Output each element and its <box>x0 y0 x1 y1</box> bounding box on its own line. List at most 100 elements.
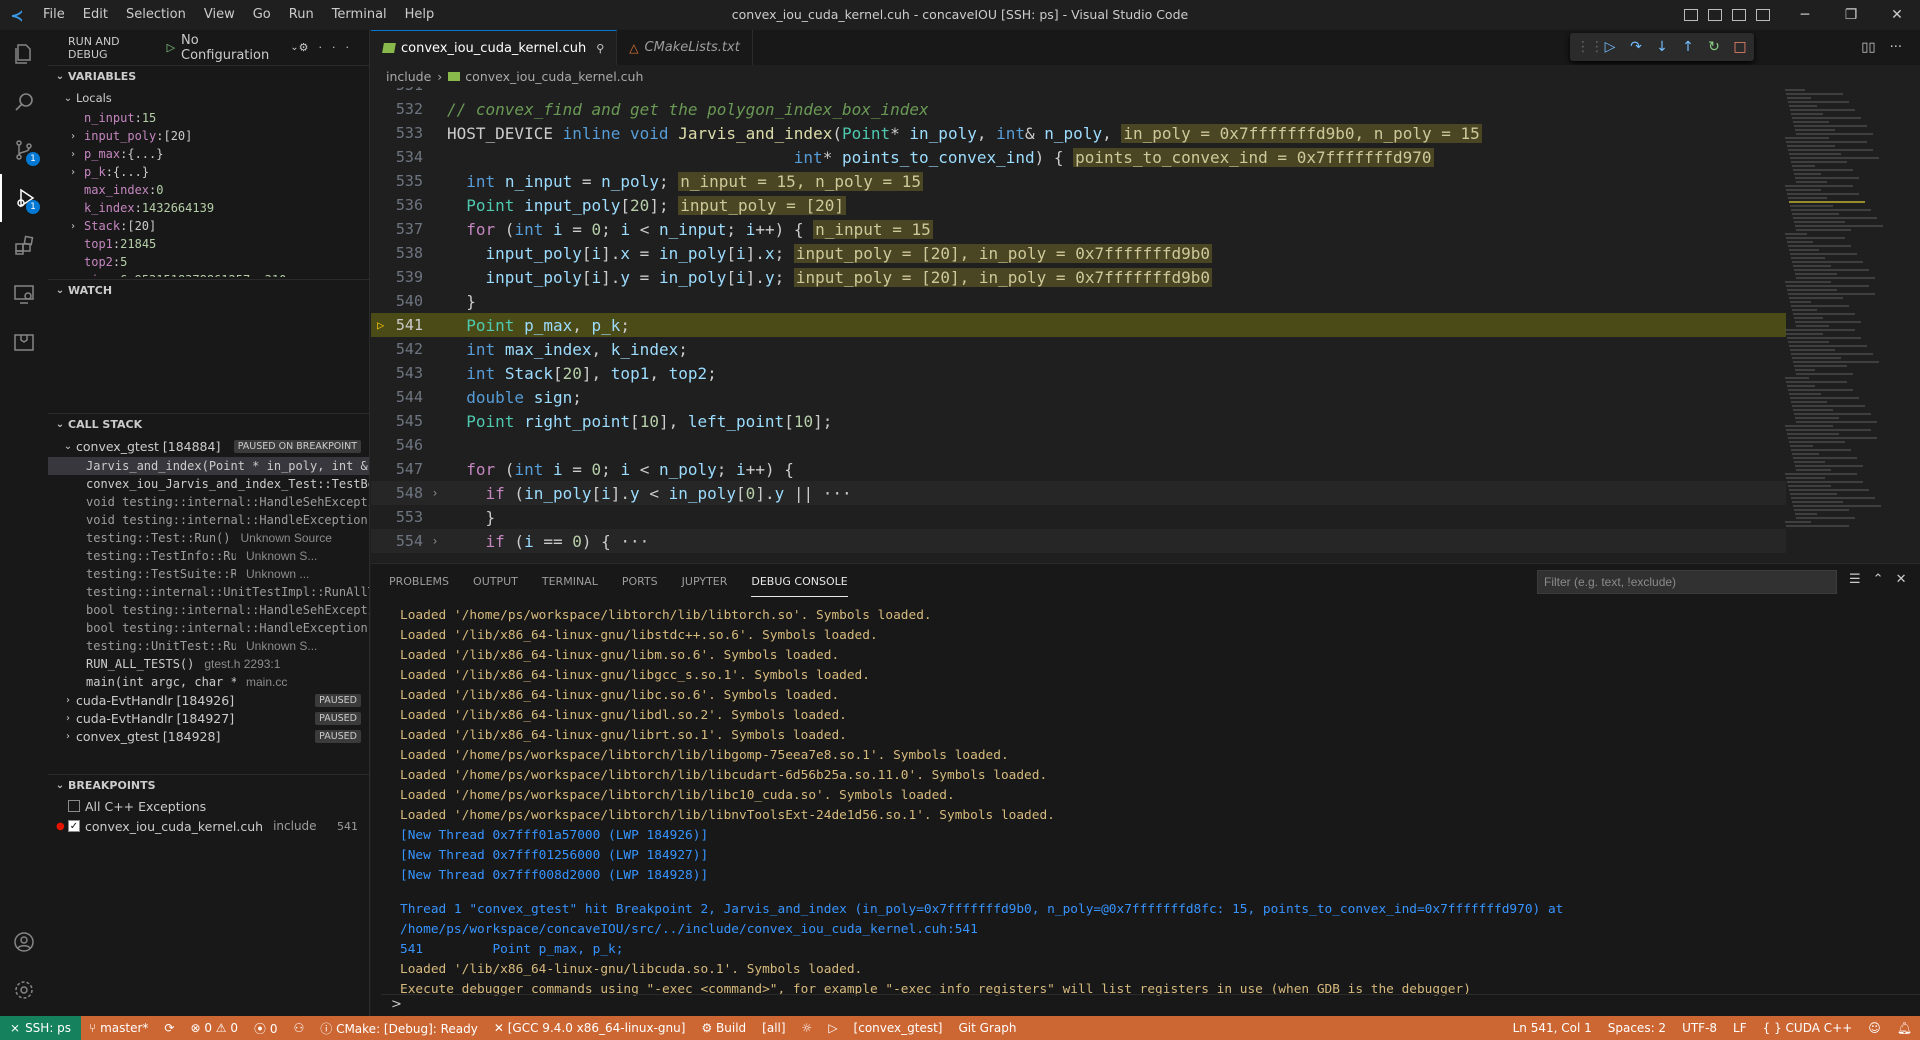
close-panel-icon[interactable]: ✕ <box>1896 572 1907 587</box>
menu-run[interactable]: Run <box>280 0 323 30</box>
variable-row[interactable]: › Stack: [20] <box>48 217 369 235</box>
callstack-section-header[interactable]: ⌄ CALL STACK <box>48 413 369 435</box>
menu-edit[interactable]: Edit <box>74 0 117 30</box>
code-line[interactable]: 548 › if (in_poly[i].y < in_poly[0].y || … <box>371 481 1786 505</box>
code-line[interactable]: 540 } <box>371 289 1786 313</box>
variable-row[interactable]: › input_poly: [20] <box>48 127 369 145</box>
toggle-secondary-sidebar-icon[interactable] <box>1732 9 1746 21</box>
code-line[interactable]: 537 for (int i = 0; i < n_input; i++) { … <box>371 217 1786 241</box>
toggle-primary-sidebar-icon[interactable] <box>1684 9 1698 21</box>
code-line[interactable]: 542 int max_index, k_index; <box>371 337 1786 361</box>
restart-icon[interactable]: ↻ <box>1706 39 1722 55</box>
customize-layout-icon[interactable] <box>1756 9 1770 21</box>
stack-frame[interactable]: testing::TestInfo::Run() Unknown S... <box>48 547 369 565</box>
step-out-icon[interactable]: ↑ <box>1680 39 1696 55</box>
problems-indicator[interactable]: ⊗ 0 ⚠ 0 <box>182 1021 246 1035</box>
code-line[interactable]: 535 int n_input = n_poly; n_input = 15, … <box>371 169 1786 193</box>
eol[interactable]: LF <box>1725 1021 1755 1035</box>
stack-frame[interactable]: convex_iou_Jarvis_and_index_Test::TestBo… <box>48 475 369 493</box>
console-filter-input[interactable]: Filter (e.g. text, !exclude) <box>1537 570 1837 594</box>
stack-frame[interactable]: bool testing::internal::HandleExceptions… <box>48 619 369 637</box>
variable-row[interactable]: k_index: 1432664139 <box>48 199 369 217</box>
stack-frame[interactable]: main(int argc, char ** argv) main.cc <box>48 673 369 691</box>
explorer-icon[interactable] <box>0 30 48 78</box>
stack-frame[interactable]: testing::TestSuite::Run() Unknown ... <box>48 565 369 583</box>
debug-console-input[interactable]: > <box>381 994 1920 1016</box>
code-line[interactable]: 538 input_poly[i].x = in_poly[i].x; inpu… <box>371 241 1786 265</box>
panel-tab-debug-console[interactable]: DEBUG CONSOLE <box>751 567 848 597</box>
code-line[interactable]: 539 input_poly[i].y = in_poly[i].y; inpu… <box>371 265 1786 289</box>
stack-frame[interactable]: testing::internal::UnitTestImpl::RunAllT… <box>48 583 369 601</box>
debug-status-icon[interactable]: ⚇ <box>285 1021 312 1035</box>
launch-target[interactable]: [convex_gtest] <box>846 1021 951 1035</box>
chevron-down-icon[interactable]: ⌄ <box>290 42 298 53</box>
code-line[interactable]: 536 Point input_poly[20]; input_poly = [… <box>371 193 1786 217</box>
cmake-kit[interactable]: ✕ [GCC 9.4.0 x86_64-linux-gnu] <box>486 1021 694 1035</box>
stack-frame[interactable]: testing::Test::Run() Unknown Source <box>48 529 369 547</box>
stack-frame[interactable]: bool testing::internal::HandleSehExcepti… <box>48 601 369 619</box>
remote-indicator[interactable]: ⨯ SSH: ps <box>0 1016 82 1040</box>
continue-icon[interactable]: ▷ <box>1602 39 1618 55</box>
maximize-panel-icon[interactable]: ⌃ <box>1873 572 1884 587</box>
variables-section-header[interactable]: ⌄ VARIABLES <box>48 65 369 87</box>
testing-icon[interactable] <box>0 318 48 366</box>
manage-gear-icon[interactable] <box>0 966 48 1014</box>
variable-row[interactable]: n_input: 15 <box>48 109 369 127</box>
panel-tab-problems[interactable]: PROBLEMS <box>389 567 449 596</box>
indentation[interactable]: Spaces: 2 <box>1600 1021 1674 1035</box>
breakpoints-section-header[interactable]: ⌄ BREAKPOINTS <box>48 774 369 796</box>
thread-row[interactable]: › cuda-EvtHandlr [184927] PAUSED <box>48 709 369 727</box>
debug-target-icon[interactable]: ☼ <box>794 1021 821 1035</box>
extensions-icon[interactable] <box>0 222 48 270</box>
minimap[interactable] <box>1785 87 1910 562</box>
stack-frame[interactable]: void testing::internal::HandleExceptions… <box>48 511 369 529</box>
code-line[interactable]: 547 for (int i = 0; i < n_poly; i++) { <box>371 457 1786 481</box>
menu-go[interactable]: Go <box>244 0 280 30</box>
breakpoint-checkbox[interactable] <box>68 800 80 812</box>
panel-tab-jupyter[interactable]: JUPYTER <box>682 567 728 596</box>
pin-icon[interactable]: ⚲ <box>596 42 604 55</box>
code-line[interactable]: 541 Point p_max, p_k; ▷ <box>371 313 1786 337</box>
thread-row[interactable]: › convex_gtest [184928] PAUSED <box>48 727 369 745</box>
step-into-icon[interactable]: ↓ <box>1654 39 1670 55</box>
open-launch-gear-icon[interactable]: ⚙ <box>299 41 319 54</box>
clear-console-icon[interactable]: ☰ <box>1849 572 1861 587</box>
code-line[interactable]: 545 Point right_point[10], left_point[10… <box>371 409 1786 433</box>
code-line[interactable]: 533 HOST_DEVICE inline void Jarvis_and_in… <box>371 121 1786 145</box>
breakpoint-checkbox[interactable]: ✓ <box>68 820 80 832</box>
thread-main[interactable]: ⌄ convex_gtest [184884] PAUSED ON BREAKP… <box>48 435 369 457</box>
language-mode[interactable]: { } CUDA C++ <box>1755 1021 1861 1035</box>
panel-tab-terminal[interactable]: TERMINAL <box>542 567 598 596</box>
variable-row[interactable]: top1: 21845 <box>48 235 369 253</box>
start-debugging-icon[interactable]: ▷ <box>167 41 175 54</box>
variable-row[interactable]: › p_max: {...} <box>48 145 369 163</box>
git-branch[interactable]: ⑂ master* <box>81 1021 156 1035</box>
more-actions-icon[interactable]: ··· <box>1890 40 1902 55</box>
locals-scope[interactable]: ⌄ Locals <box>48 87 369 109</box>
cmake-build[interactable]: ⚙ Build <box>693 1021 754 1035</box>
menu-file[interactable]: File <box>34 0 74 30</box>
code-line[interactable]: 554 › if (i == 0) { ··· <box>371 529 1786 553</box>
breakpoint-row[interactable]: All C++ Exceptions <box>48 796 369 816</box>
cmake-target[interactable]: [all] <box>754 1021 793 1035</box>
source-control-icon[interactable]: 1 <box>0 126 48 174</box>
editor-scrollbar[interactable] <box>1910 87 1920 562</box>
stack-frame[interactable]: Jarvis_and_index(Point * in_poly, int & <box>48 457 369 475</box>
panel-tab-output[interactable]: OUTPUT <box>473 567 518 596</box>
variable-row[interactable]: sign: 6.9531518378861257e-310 <box>48 271 369 277</box>
tab-convex-iou-cuda-kernel[interactable]: convex_iou_cuda_kernel.cuh ⚲ <box>371 30 618 65</box>
split-editor-icon[interactable]: ▯▯ <box>1861 40 1875 55</box>
stop-icon[interactable]: □ <box>1732 39 1748 55</box>
feedback-icon[interactable]: ☺ <box>1860 1021 1889 1035</box>
more-actions-icon[interactable]: ··· <box>319 41 360 54</box>
accounts-icon[interactable] <box>0 918 48 966</box>
code-line[interactable]: 534 int* points_to_convex_ind) { points_… <box>371 145 1786 169</box>
toggle-panel-icon[interactable] <box>1708 9 1722 21</box>
sync-icon[interactable]: ⟳ <box>156 1021 182 1035</box>
code-line[interactable]: 543 int Stack[20], top1, top2; <box>371 361 1786 385</box>
panel-tab-ports[interactable]: PORTS <box>622 567 658 596</box>
cmake-status[interactable]: ⓘ CMake: [Debug]: Ready <box>312 1020 486 1037</box>
search-icon[interactable] <box>0 78 48 126</box>
minimize-icon[interactable]: ─ <box>1782 0 1828 30</box>
git-graph[interactable]: Git Graph <box>951 1021 1025 1035</box>
